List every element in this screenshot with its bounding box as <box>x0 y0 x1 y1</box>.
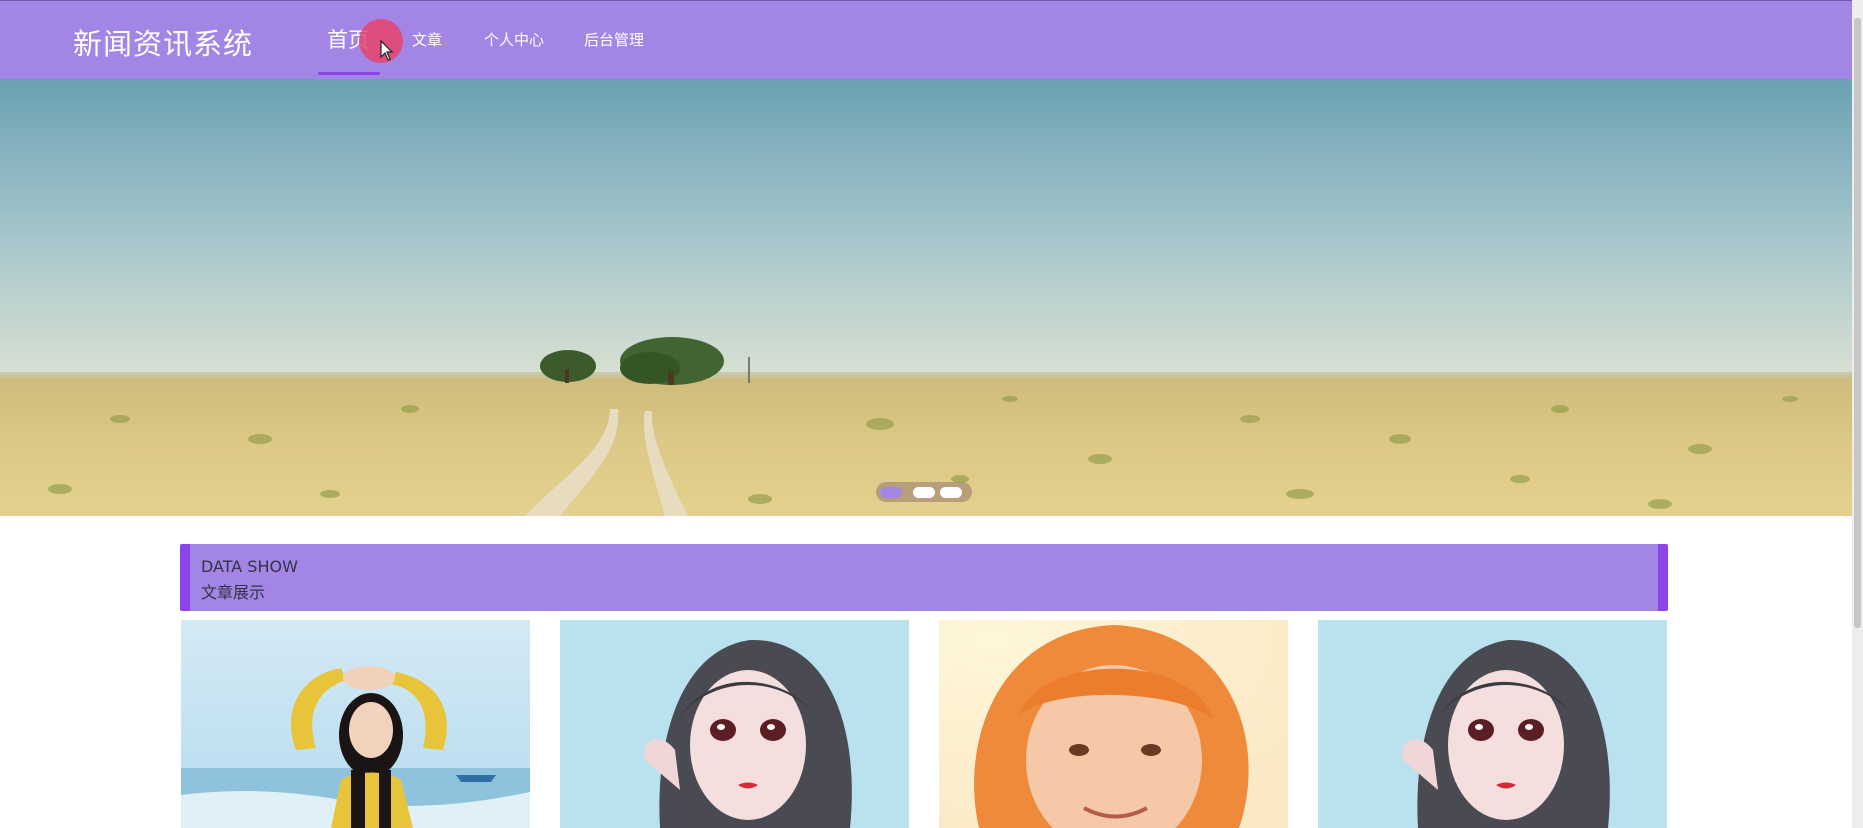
nav-item-personal-center[interactable]: 个人中心 <box>484 1 544 80</box>
article-card-3[interactable] <box>939 620 1288 828</box>
scrollbar-thumb[interactable] <box>1854 18 1861 628</box>
article-image-4 <box>1318 620 1667 828</box>
section-title-en: DATA SHOW <box>201 557 298 576</box>
section-header: DATA SHOW 文章展示 <box>180 544 1668 611</box>
site-title: 新闻资讯系统 <box>73 27 254 61</box>
nav-item-articles[interactable]: 文章 <box>412 1 442 80</box>
carousel-indicators <box>876 482 972 502</box>
article-card-2[interactable] <box>560 620 909 828</box>
section-title-cn: 文章展示 <box>201 583 266 602</box>
nav-item-admin[interactable]: 后台管理 <box>584 1 644 80</box>
carousel-dot-1[interactable] <box>880 487 902 498</box>
hero-carousel[interactable] <box>0 79 1852 516</box>
carousel-dot-3[interactable] <box>940 487 962 498</box>
article-image-2 <box>560 620 909 828</box>
article-card-1[interactable] <box>181 620 530 828</box>
article-image-3 <box>939 620 1288 828</box>
banner-image <box>0 79 1852 516</box>
article-image-1 <box>181 620 530 828</box>
nav-active-indicator <box>318 72 380 75</box>
page-scrollbar[interactable] <box>1852 0 1863 828</box>
mouse-cursor-icon <box>380 40 394 61</box>
carousel-dot-2[interactable] <box>913 487 935 498</box>
top-navbar: 新闻资讯系统 首页 文章 个人中心 后台管理 <box>0 0 1852 79</box>
article-card-4[interactable] <box>1318 620 1667 828</box>
